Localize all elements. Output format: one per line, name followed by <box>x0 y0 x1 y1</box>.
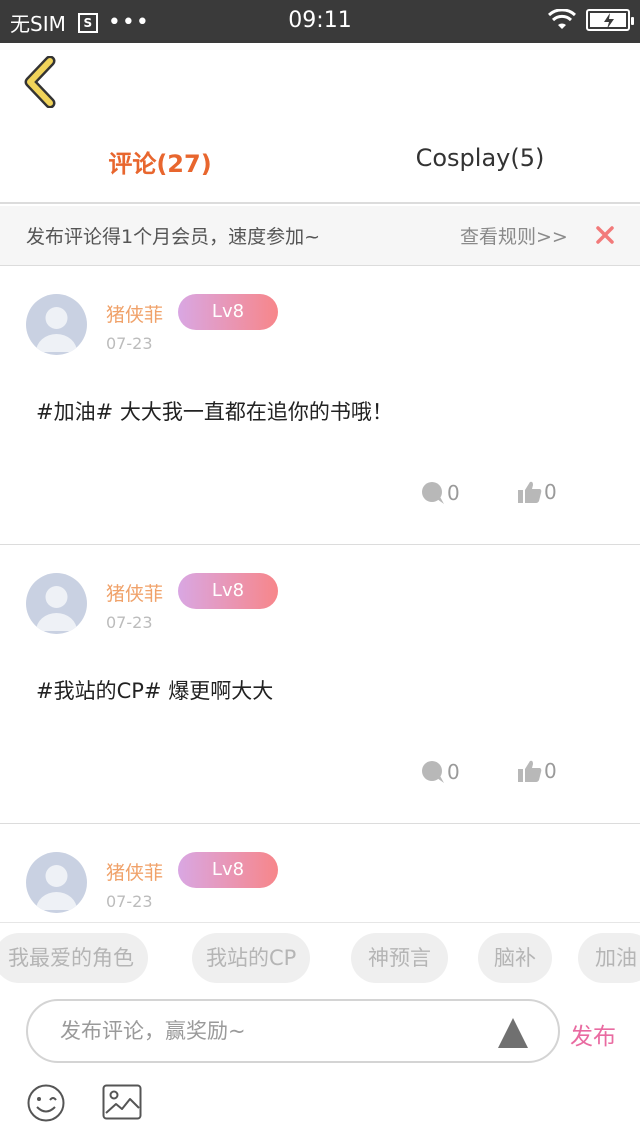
emoji-icon[interactable] <box>26 1083 66 1123</box>
level-badge: Lv8 <box>178 852 278 888</box>
view-rules-link[interactable]: 查看规则>> <box>460 222 568 249</box>
notice-text: 发布评论得1个月会员，速度参加~ <box>26 226 321 248</box>
comment-item: 猪侠菲 Lv8 07-23 #我站的CP# 爆更啊大大 0 0 <box>0 545 640 824</box>
username[interactable]: 猪侠菲 <box>106 858 163 885</box>
status-time: 09:11 <box>288 8 352 33</box>
tab-bar: 评论(27) Cosplay(5) <box>0 120 640 204</box>
publish-button[interactable]: 发布 <box>570 1017 616 1051</box>
reply-button[interactable]: 0 <box>420 481 460 505</box>
topic-tag[interactable]: 神预言 <box>351 933 448 983</box>
topic-tag-row: 我最爱的角色 我站的CP 神预言 脑补 加油 <box>0 933 640 983</box>
comment-bubble-icon <box>422 761 444 783</box>
comment-date: 07-23 <box>106 334 153 353</box>
thumbs-up-icon <box>518 481 542 503</box>
avatar[interactable] <box>26 573 87 634</box>
avatar[interactable] <box>26 294 87 355</box>
battery-icon <box>586 9 634 31</box>
tab-cosplay[interactable]: Cosplay(5) <box>320 144 640 172</box>
avatar[interactable] <box>26 852 87 913</box>
image-icon[interactable] <box>102 1084 142 1120</box>
like-button[interactable]: 0 <box>517 759 557 783</box>
level-badge: Lv8 <box>178 573 278 609</box>
topic-tag[interactable]: 我站的CP <box>192 933 311 983</box>
like-button[interactable]: 0 <box>517 480 557 504</box>
like-count: 0 <box>544 480 557 504</box>
reply-count: 0 <box>447 760 460 784</box>
reply-count: 0 <box>447 481 460 505</box>
topic-tag[interactable]: 脑补 <box>478 933 552 983</box>
comment-date: 07-23 <box>106 613 153 632</box>
like-count: 0 <box>544 759 557 783</box>
tab-comments[interactable]: 评论(27) <box>0 144 320 179</box>
comment-input[interactable] <box>60 1015 480 1047</box>
close-icon[interactable] <box>593 223 617 247</box>
comment-date: 07-23 <box>106 892 153 911</box>
comment-bubble-icon <box>422 482 444 504</box>
comment-composer: 我最爱的角色 我站的CP 神预言 脑补 加油 发布 <box>0 922 640 1138</box>
status-right <box>548 9 634 31</box>
comment-input-box <box>26 999 560 1063</box>
wifi-icon <box>548 9 576 29</box>
username[interactable]: 猪侠菲 <box>106 579 163 606</box>
status-bar: 无SIM S ••• 09:11 <box>0 0 640 43</box>
notice-banner: 发布评论得1个月会员，速度参加~ 查看规则>> <box>0 206 640 266</box>
topic-tag[interactable]: 我最爱的角色 <box>0 933 148 983</box>
level-badge: Lv8 <box>178 294 278 330</box>
comment-content: #加油# 大大我一直都在追你的书哦！ <box>36 400 393 424</box>
comment-content: #我站的CP# 爆更啊大大 <box>36 679 274 703</box>
triangle-up-icon[interactable] <box>497 1017 529 1049</box>
username[interactable]: 猪侠菲 <box>106 300 163 327</box>
reply-button[interactable]: 0 <box>420 760 460 784</box>
thumbs-up-icon <box>518 760 542 782</box>
back-arrow-icon[interactable] <box>20 56 64 108</box>
topic-tag[interactable]: 加油 <box>578 933 640 983</box>
comment-item: 猪侠菲 Lv8 07-23 #加油# 大大我一直都在追你的书哦！ 0 0 <box>0 266 640 545</box>
